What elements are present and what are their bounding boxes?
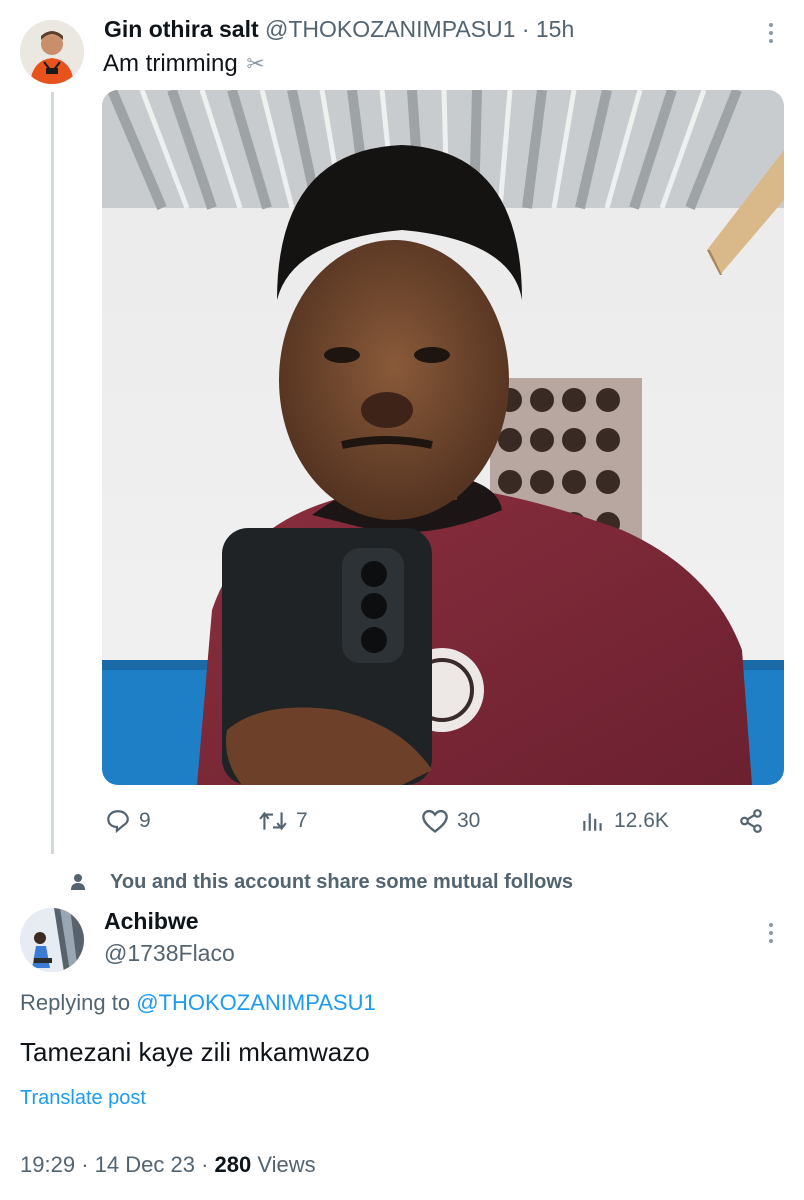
reply-icon <box>107 810 129 834</box>
tweet-text: Am trimming <box>103 50 238 77</box>
avatar-image <box>20 20 84 84</box>
more-icon <box>769 921 773 945</box>
replying-to: Replying to @THOKOZANIMPASU1 <box>20 990 376 1016</box>
more-icon <box>769 21 773 45</box>
analytics-icon <box>583 813 602 831</box>
person-icon <box>71 874 85 890</box>
scissors-icon: ✂ <box>246 51 265 76</box>
tweet-header: Gin othira salt @THOKOZANIMPASU1 · 15h <box>104 16 574 43</box>
thread-line <box>51 92 54 854</box>
separator-dot: · <box>521 16 530 42</box>
views-count: 12.6K <box>614 809 669 832</box>
heart-icon <box>422 809 448 833</box>
repost-icon <box>259 811 287 831</box>
reply-action[interactable]: 9 <box>105 806 151 836</box>
selfie-photo <box>102 90 784 785</box>
like-action[interactable]: 30 <box>421 806 480 836</box>
tweet-time[interactable]: 15h <box>536 16 574 42</box>
share-action[interactable] <box>738 806 764 836</box>
reply-author-handle[interactable]: @1738Flaco <box>104 940 235 967</box>
more-options-button[interactable] <box>756 18 786 48</box>
separator-dot: · <box>81 1152 89 1177</box>
translate-post-link[interactable]: Translate post <box>20 1087 146 1110</box>
reply-more-options-button[interactable] <box>756 918 786 948</box>
share-icon <box>740 809 762 833</box>
reply-metadata: 19:29 · 14 Dec 23 · 280 Views <box>20 1152 316 1178</box>
repost-count: 7 <box>296 809 308 832</box>
author-name[interactable]: Gin othira salt <box>104 16 259 42</box>
reply-time[interactable]: 19:29 <box>20 1152 75 1177</box>
like-count: 30 <box>457 809 481 832</box>
reply-date[interactable]: 14 Dec 23 <box>95 1152 195 1177</box>
reply-count: 9 <box>139 809 151 832</box>
mutual-follows-notice: You and this account share some mutual f… <box>70 868 573 896</box>
separator-dot: · <box>201 1152 209 1177</box>
tweet-text-container: Am trimming ✂ <box>103 50 265 78</box>
reply-author-avatar[interactable] <box>20 908 84 972</box>
repost-action[interactable]: 7 <box>258 806 308 836</box>
reply-views-label: Views <box>257 1152 316 1177</box>
views-action[interactable]: 12.6K <box>580 806 669 836</box>
author-avatar[interactable] <box>20 20 84 84</box>
replying-to-handle[interactable]: @THOKOZANIMPASU1 <box>136 990 376 1015</box>
reply-views-count[interactable]: 280 <box>215 1152 252 1177</box>
author-handle[interactable]: @THOKOZANIMPASU1 <box>265 16 515 42</box>
mutual-follows-text: You and this account share some mutual f… <box>110 870 574 893</box>
reply-author-name[interactable]: Achibwe <box>104 908 199 935</box>
tweet-photo[interactable] <box>102 90 784 785</box>
reply-text: Tamezani kaye zili mkamwazo <box>20 1037 370 1067</box>
replying-prefix: Replying to <box>20 990 131 1015</box>
avatar-image <box>20 908 84 972</box>
